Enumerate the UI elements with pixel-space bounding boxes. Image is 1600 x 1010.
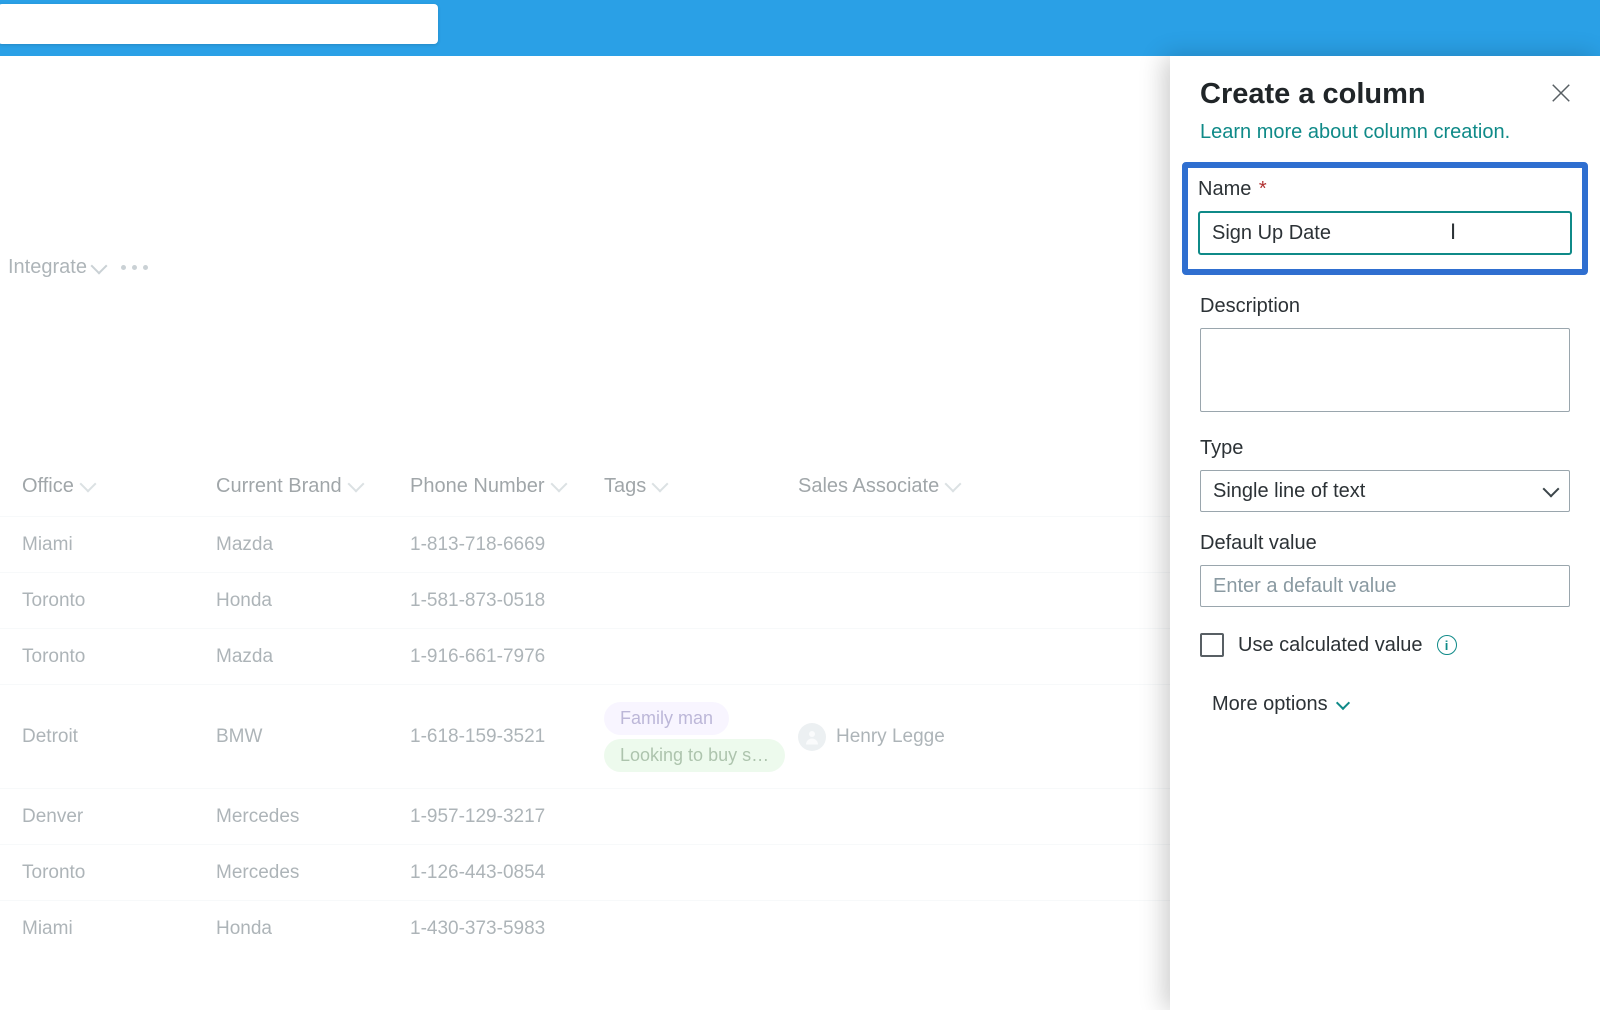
associate-name: Henry Legge bbox=[836, 726, 945, 748]
avatar-icon bbox=[798, 723, 826, 751]
cell-office: Toronto bbox=[22, 862, 216, 884]
top-bar bbox=[0, 0, 1600, 56]
cell-phone: 1-581-873-0518 bbox=[410, 590, 604, 612]
description-input[interactable] bbox=[1200, 328, 1570, 412]
command-bar: Integrate bbox=[0, 256, 148, 279]
type-label: Type bbox=[1200, 437, 1570, 460]
integrate-menu[interactable]: Integrate bbox=[8, 256, 105, 279]
chevron-down-icon bbox=[1543, 481, 1560, 498]
cell-office: Toronto bbox=[22, 646, 216, 668]
create-column-panel: Create a column Learn more about column … bbox=[1170, 56, 1600, 1010]
tag-pill[interactable]: Looking to buy s… bbox=[604, 739, 785, 772]
cell-office: Denver bbox=[22, 806, 216, 828]
panel-title: Create a column bbox=[1200, 78, 1570, 111]
integrate-label: Integrate bbox=[8, 256, 87, 279]
calculated-value-label: Use calculated value bbox=[1238, 634, 1423, 657]
cell-phone: 1-618-159-3521 bbox=[410, 726, 604, 748]
more-options-label: More options bbox=[1212, 693, 1328, 716]
close-button[interactable] bbox=[1550, 82, 1572, 109]
default-value-label: Default value bbox=[1200, 532, 1570, 555]
chevron-down-icon bbox=[550, 476, 567, 493]
learn-more-link[interactable]: Learn more about column creation. bbox=[1200, 121, 1510, 144]
cell-associate: Henry Legge bbox=[798, 723, 992, 751]
name-label: Name * bbox=[1198, 178, 1572, 201]
type-select[interactable]: Single line of text bbox=[1200, 470, 1570, 512]
person-chip[interactable]: Henry Legge bbox=[798, 723, 982, 751]
cell-office: Miami bbox=[22, 918, 216, 940]
more-options-toggle[interactable]: More options bbox=[1200, 693, 1570, 716]
column-header-tags[interactable]: Tags bbox=[604, 475, 798, 498]
name-input[interactable] bbox=[1198, 211, 1572, 255]
main-area: Integrate Office Current Brand Phone Num… bbox=[0, 56, 1600, 1010]
cell-brand: Honda bbox=[216, 590, 410, 612]
column-header-associate[interactable]: Sales Associate bbox=[798, 475, 992, 498]
chevron-down-icon bbox=[1336, 695, 1350, 709]
column-label: Phone Number bbox=[410, 475, 545, 498]
name-highlight-box: Name * I bbox=[1182, 162, 1588, 275]
cell-brand: Mazda bbox=[216, 646, 410, 668]
column-header-phone[interactable]: Phone Number bbox=[410, 475, 604, 498]
tag-pill[interactable]: Family man bbox=[604, 702, 729, 735]
close-icon bbox=[1550, 82, 1572, 104]
calculated-value-checkbox[interactable] bbox=[1200, 633, 1224, 657]
cell-office: Detroit bbox=[22, 726, 216, 748]
cell-office: Miami bbox=[22, 534, 216, 556]
cell-brand: BMW bbox=[216, 726, 410, 748]
column-label: Current Brand bbox=[216, 475, 342, 498]
cell-phone: 1-126-443-0854 bbox=[410, 862, 604, 884]
cell-brand: Mazda bbox=[216, 534, 410, 556]
chevron-down-icon bbox=[90, 257, 107, 274]
column-header-brand[interactable]: Current Brand bbox=[216, 475, 410, 498]
column-label: Office bbox=[22, 475, 74, 498]
chevron-down-icon bbox=[945, 476, 962, 493]
search-input[interactable] bbox=[0, 4, 438, 44]
required-asterisk: * bbox=[1253, 178, 1266, 200]
label-text: Name bbox=[1198, 178, 1251, 200]
cell-brand: Mercedes bbox=[216, 806, 410, 828]
cell-tags: Family man Looking to buy s… bbox=[604, 700, 798, 774]
type-selected-value: Single line of text bbox=[1213, 480, 1365, 503]
cell-brand: Mercedes bbox=[216, 862, 410, 884]
more-actions-button[interactable] bbox=[121, 265, 148, 270]
chevron-down-icon bbox=[347, 476, 364, 493]
cell-phone: 1-957-129-3217 bbox=[410, 806, 604, 828]
cell-brand: Honda bbox=[216, 918, 410, 940]
cell-phone: 1-430-373-5983 bbox=[410, 918, 604, 940]
default-value-input[interactable] bbox=[1200, 565, 1570, 607]
column-label: Tags bbox=[604, 475, 646, 498]
column-label: Sales Associate bbox=[798, 475, 939, 498]
chevron-down-icon bbox=[652, 476, 669, 493]
cell-phone: 1-813-718-6669 bbox=[410, 534, 604, 556]
column-header-office[interactable]: Office bbox=[22, 475, 216, 498]
calculated-value-row: Use calculated value i bbox=[1200, 633, 1570, 657]
description-label: Description bbox=[1200, 295, 1570, 318]
cell-phone: 1-916-661-7976 bbox=[410, 646, 604, 668]
info-icon[interactable]: i bbox=[1437, 635, 1457, 655]
chevron-down-icon bbox=[79, 476, 96, 493]
cell-office: Toronto bbox=[22, 590, 216, 612]
